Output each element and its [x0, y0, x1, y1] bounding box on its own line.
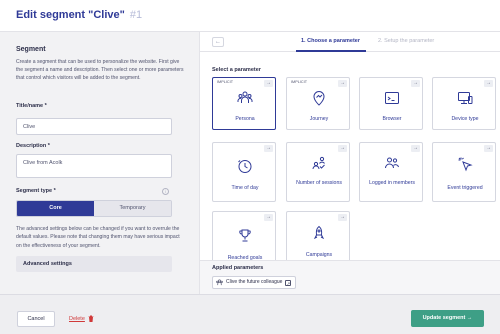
arrow-right-icon[interactable]: → [338, 145, 347, 152]
goal-icon [239, 229, 251, 242]
description-textarea[interactable]: Clive from Acolk [16, 154, 172, 178]
device-icon [458, 92, 473, 104]
param-name: Time of day [231, 185, 259, 191]
arrow-right-icon[interactable]: → [484, 80, 493, 87]
segment-type-label: Segment type * [16, 188, 56, 194]
arrow-right-icon[interactable]: → [264, 214, 273, 221]
param-name: Logged in members [369, 180, 415, 186]
header: Edit segment "Clive" #1 [0, 0, 500, 32]
param-name: Journey [309, 116, 329, 122]
param-name: Event triggered [447, 185, 483, 191]
members-icon [385, 157, 399, 169]
arrow-right-icon[interactable]: → [338, 214, 347, 221]
page-title: Edit segment "Clive" #1 [16, 9, 142, 21]
param-name: Campaigns [305, 252, 333, 258]
delete-label: Delete [69, 315, 85, 322]
title-input[interactable]: Clive [16, 118, 172, 135]
active-step-indicator [296, 50, 366, 52]
param-card-logged-in-members[interactable]: → Logged in members [359, 142, 423, 202]
delete-button[interactable]: Delete [69, 315, 94, 322]
section-title: Segment [16, 46, 46, 53]
param-name: Browser [382, 116, 402, 122]
footer: Cancel Delete Update segment → [0, 294, 500, 334]
segment-number: #1 [129, 9, 143, 21]
arrow-right-icon[interactable]: → [264, 80, 273, 87]
arrow-right-icon[interactable]: → [264, 145, 273, 152]
chip-label: Clive the future colleague [226, 279, 283, 285]
persona-icon [216, 279, 223, 286]
tab-setup-parameter[interactable]: 2. Setup the parameter [378, 38, 434, 44]
browser-icon [385, 92, 399, 104]
advanced-description: The advanced settings below can be chang… [16, 226, 180, 249]
param-name: Number of sessions [296, 180, 342, 186]
section-description: Create a segment that can be used to per… [16, 59, 184, 82]
arrow-right-icon[interactable]: → [411, 145, 420, 152]
back-button[interactable]: ← [212, 37, 224, 47]
campaign-icon [313, 225, 325, 240]
param-card-device-type[interactable]: → Device type [432, 77, 496, 130]
clock-icon [238, 160, 252, 173]
persona-icon [237, 91, 253, 103]
implicit-tag: IMPLICIT [217, 80, 234, 84]
page-title-text: Edit segment "Clive" [16, 9, 125, 21]
param-card-time-of-day[interactable]: → Time of day [212, 142, 276, 202]
segment-form-panel: Segment Create a segment that can be use… [0, 32, 198, 294]
tab-choose-parameter[interactable]: 1. Choose a parameter [301, 38, 360, 44]
description-label: Description * [16, 143, 50, 149]
step-tabs: ← 1. Choose a parameter 2. Setup the par… [200, 32, 500, 52]
applied-parameters-label: Applied parameters [212, 265, 264, 271]
param-card-event-triggered[interactable]: → Event triggered [432, 142, 496, 202]
param-card-persona[interactable]: IMPLICIT → Persona [212, 77, 276, 130]
cursor-icon [458, 157, 473, 172]
param-name: Device type [451, 116, 479, 122]
advanced-settings-button[interactable]: Advanced settings [16, 256, 172, 272]
arrow-right-icon[interactable]: → [484, 145, 493, 152]
cancel-button[interactable]: Cancel [17, 311, 55, 327]
external-link-icon[interactable]: ↗ [285, 279, 292, 286]
param-card-browser[interactable]: → Browser [359, 77, 423, 130]
segment-type-core[interactable]: Core [17, 201, 94, 216]
segment-type-toggle: Core Temporary [16, 200, 172, 217]
segment-type-temporary[interactable]: Temporary [94, 201, 171, 216]
applied-parameters: Applied parameters Clive the future coll… [200, 260, 500, 294]
select-parameter-label: Select a parameter [212, 67, 261, 73]
journey-icon [313, 91, 325, 106]
update-segment-button[interactable]: Update segment → [411, 310, 484, 327]
sessions-icon [312, 156, 325, 170]
parameter-panel: ← 1. Choose a parameter 2. Setup the par… [199, 32, 500, 294]
param-card-number-of-sessions[interactable]: → Number of sessions [286, 142, 350, 202]
title-label: Title/name * [16, 103, 47, 109]
param-card-journey[interactable]: IMPLICIT → Journey [286, 77, 350, 130]
arrow-right-icon[interactable]: → [338, 80, 347, 87]
param-name: Persona [235, 116, 255, 122]
trash-icon [88, 315, 94, 322]
arrow-right-icon[interactable]: → [411, 80, 420, 87]
implicit-tag: IMPLICIT [291, 80, 308, 84]
info-icon[interactable]: i [162, 188, 169, 195]
applied-parameter-chip[interactable]: Clive the future colleague ↗ [212, 276, 297, 289]
